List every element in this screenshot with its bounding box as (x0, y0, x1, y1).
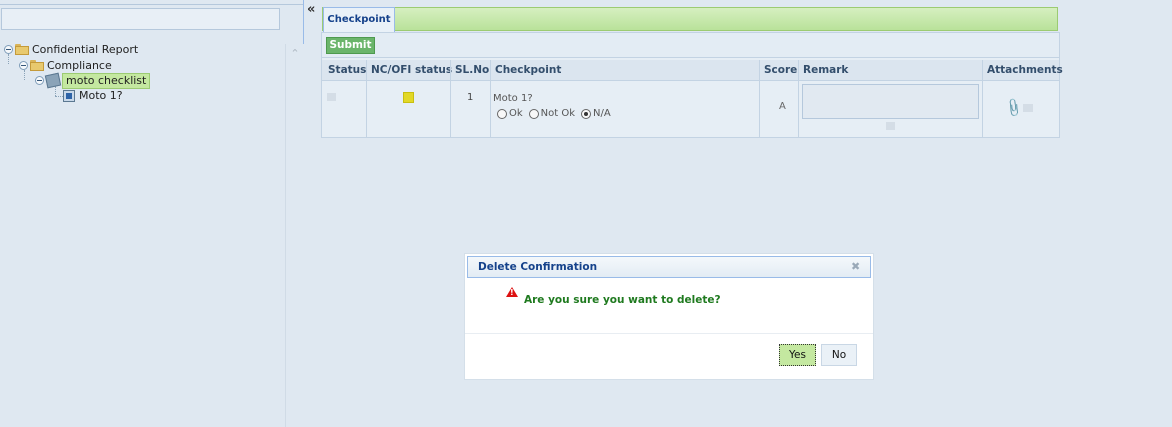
column-divider (450, 60, 451, 137)
column-header-attachments[interactable]: Attachments (987, 60, 1063, 80)
attachment-indicator (1023, 104, 1033, 112)
radio-ok[interactable] (497, 108, 507, 119)
panel-top-border (0, 4, 303, 5)
tree-node-checklist[interactable]: moto checklist (35, 72, 151, 89)
column-header-score[interactable]: Score (764, 60, 797, 80)
collapse-node-icon[interactable] (19, 61, 28, 70)
scroll-up-icon[interactable]: ⌃ (288, 48, 302, 60)
checkpoint-options: Ok Not Ok N/A (497, 108, 617, 119)
radio-not-ok[interactable] (528, 108, 539, 119)
tree-panel: ⌃ Confidential Report Compliance moto ch… (0, 0, 304, 427)
dialog-title: Delete Confirmation (478, 261, 598, 273)
radio-ok-label: Ok (509, 108, 523, 119)
tree-connector (55, 96, 63, 97)
nc-status-indicator (403, 92, 414, 103)
column-divider (982, 60, 983, 137)
row-checkpoint-text: Moto 1? (493, 93, 533, 104)
tab-strip (322, 7, 1058, 31)
submit-button[interactable]: Submit (326, 37, 375, 54)
status-indicator (327, 93, 336, 101)
column-divider (759, 60, 760, 137)
dialog-divider (465, 333, 873, 334)
tab-checkpoint[interactable]: Checkpoint (323, 7, 395, 32)
checkpoint-item-icon (63, 89, 75, 102)
column-divider (798, 60, 799, 137)
radio-na[interactable] (581, 108, 592, 119)
column-header-remark[interactable]: Remark (803, 60, 848, 80)
warning-icon: ! (506, 287, 518, 297)
column-header-slno[interactable]: SL.No (455, 60, 489, 80)
radio-not-ok-label: Not Ok (540, 108, 576, 119)
checklist-icon (44, 72, 62, 89)
tree-node-label: Confidential Report (32, 43, 139, 56)
radio-na-label: N/A (593, 108, 611, 119)
tree-node-label-selected: moto checklist (62, 72, 151, 89)
column-header-status[interactable]: Status (328, 60, 366, 80)
grid-toolbar (322, 33, 1059, 58)
collapse-node-icon[interactable] (35, 76, 44, 85)
close-icon[interactable]: ✖ (851, 260, 860, 273)
column-header-nc-status[interactable]: NC/OFI status (371, 60, 452, 80)
remark-textarea[interactable] (802, 84, 979, 119)
column-divider (490, 60, 491, 137)
tree-node-root[interactable]: Confidential Report (4, 42, 138, 57)
no-button[interactable]: No (821, 344, 857, 366)
tree-scrollbar[interactable] (285, 44, 304, 427)
tree-node-label: Moto 1? (79, 89, 123, 102)
folder-icon (30, 60, 44, 71)
yes-button[interactable]: Yes (779, 344, 816, 366)
folder-icon (15, 44, 29, 55)
tree-node-label: Compliance (47, 59, 112, 72)
tree-search-input[interactable] (1, 8, 280, 30)
tree-node-folder[interactable]: Compliance (19, 58, 112, 73)
dialog-message: Are you sure you want to delete? (524, 294, 721, 306)
tree-node-item[interactable]: Moto 1? (63, 88, 123, 103)
row-slno: 1 (467, 92, 474, 103)
collapse-panel-icon[interactable]: « (307, 2, 315, 17)
remark-indicator (886, 122, 895, 130)
row-score: A (779, 101, 786, 112)
collapse-node-icon[interactable] (4, 45, 13, 54)
column-header-checkpoint[interactable]: Checkpoint (495, 60, 561, 80)
column-divider (366, 60, 367, 137)
